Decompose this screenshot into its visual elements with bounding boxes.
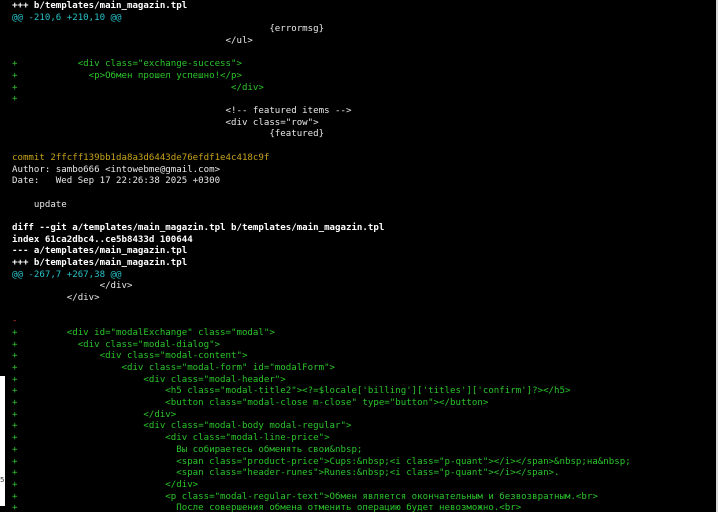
terminal-line: </div> [12, 293, 100, 303]
terminal-line: + <div class="exchange-success"> [12, 59, 242, 70]
terminal-line: diff --git a/templates/main_magazin.tpl … [12, 222, 385, 233]
terminal-line: + После совершения обмена отменить опера… [12, 503, 522, 512]
terminal-line: {featured} [12, 129, 325, 140]
terminal-window[interactable]: +++ b/templates/main_magazin.tpl @@ -210,… [0, 0, 718, 512]
terminal-line: + <span class="product-price">Cups:&nbsp… [12, 456, 631, 467]
terminal-line: + <div id="modalExchange" class="modal"> [12, 328, 275, 339]
terminal-line: +++ b/templates/main_magazin.tpl [12, 1, 188, 11]
terminal-line: + <span class="header-runes">Runes:&nbsp… [12, 468, 560, 479]
terminal-line: commit 2ffcff139bb1da8a3d6443de76efdf1e4… [12, 152, 270, 163]
edge-glyph [0, 492, 5, 501]
terminal-line: </div> [12, 281, 133, 292]
terminal-line: update [12, 199, 67, 210]
terminal-line: Author: sambo666 <intowebme@gmail.com> [12, 164, 221, 175]
terminal-line: <!-- featured items --> [12, 106, 352, 117]
terminal-line: + <p class="modal-regular-text">Обмен яв… [12, 491, 598, 502]
terminal-line: {errormsg} [12, 24, 325, 35]
terminal-line: - [12, 316, 18, 327]
terminal-line: --- a/templates/main_magazin.tpl [12, 246, 188, 257]
terminal-line: <div class="row"> [12, 117, 319, 128]
terminal-line: + [12, 94, 18, 105]
edge-glyph: 5 [0, 476, 5, 484]
terminal-line: + </div> [12, 479, 199, 490]
terminal-line: +++ b/templates/main_magazin.tpl [12, 257, 188, 268]
terminal-line: + </div> [12, 409, 177, 420]
terminal-line: + <div class="modal-form" id="modalForm"… [12, 363, 336, 374]
terminal-line: + <div class="modal-content"> [12, 351, 248, 362]
terminal-line: + Вы собираетесь обменять свои&nbsp; [12, 444, 363, 455]
terminal-line: index 61ca2dbc4..ce5b8433d 100644 [12, 234, 193, 245]
terminal-line: + <div class="modal-line-price"> [12, 433, 330, 444]
terminal-line: @@ -210,6 +210,10 @@ [12, 12, 122, 23]
terminal-line: + <div class="modal-body modal-regular"> [12, 421, 352, 432]
terminal-line: @@ -267,7 +267,38 @@ [12, 269, 122, 280]
edge-glyph [0, 380, 5, 389]
edge-glyph [0, 416, 5, 425]
terminal-line: </ul> [12, 36, 253, 47]
terminal-line: Date: Wed Sep 17 22:26:38 2025 +0300 [12, 176, 221, 187]
background-window-edge: 5 [0, 376, 5, 506]
terminal-line: + <div class="modal-dialog"> [12, 339, 221, 350]
terminal-line: + <button class="modal-close m-close" ty… [12, 398, 489, 409]
terminal-line: + <div class="modal-header"> [12, 374, 286, 385]
terminal-line: + </div> [12, 82, 264, 93]
terminal-line: + <p>Обмен прошел успешно!</p> [12, 71, 242, 82]
terminal-line: + <h5 class="modal-title2"><?=$locale['b… [12, 386, 571, 397]
